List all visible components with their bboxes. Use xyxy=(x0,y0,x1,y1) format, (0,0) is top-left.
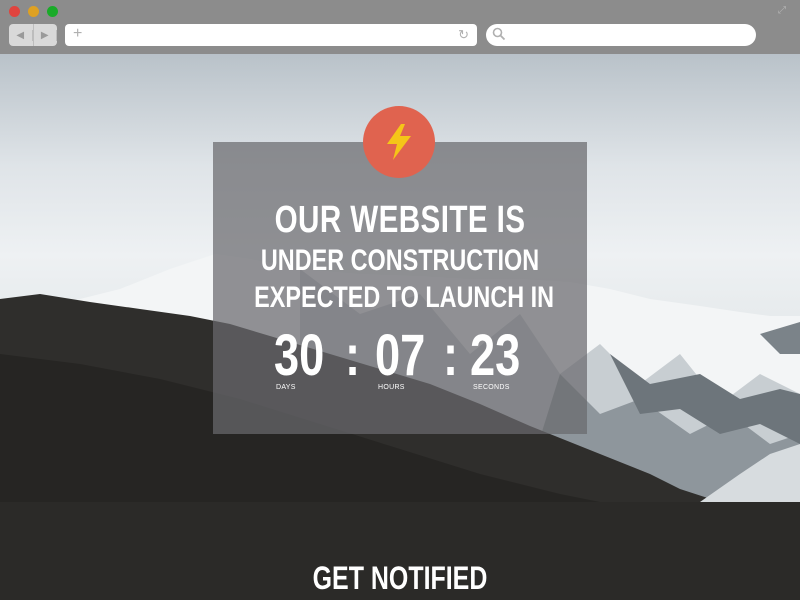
get-notified-heading: GET NOTIFIED xyxy=(312,560,488,596)
history-nav: ◀ ▶ xyxy=(9,24,57,46)
minimize-window-button[interactable] xyxy=(28,6,39,17)
headline-line-2: UNDER CONSTRUCTION xyxy=(260,244,540,277)
search-icon xyxy=(492,27,506,41)
browser-toolbar: ⤢ ◀ ▶ + ↻ xyxy=(0,0,800,54)
close-window-button[interactable] xyxy=(9,6,20,17)
maximize-window-button[interactable] xyxy=(47,6,58,17)
logo-badge xyxy=(363,106,435,178)
countdown-separator: : xyxy=(345,323,361,388)
search-input[interactable] xyxy=(486,24,756,46)
countdown-seconds-label: SECONDS xyxy=(473,384,510,391)
address-bar[interactable]: + ↻ xyxy=(65,24,477,46)
lightning-bolt-icon xyxy=(387,124,411,160)
headline-line-1: OUR WEBSITE IS xyxy=(274,199,526,241)
countdown-seconds: 23 xyxy=(470,323,521,388)
arrow-left-icon: ◀ xyxy=(9,29,33,41)
forward-button[interactable]: ▶ xyxy=(34,24,57,46)
fullscreen-icon[interactable]: ⤢ xyxy=(778,6,788,16)
countdown-hours: 07 xyxy=(375,323,426,388)
countdown-days: 30 xyxy=(274,323,325,388)
new-tab-icon[interactable]: + xyxy=(73,26,82,42)
countdown-hours-label: HOURS xyxy=(378,384,405,391)
countdown-days-label: DAYS xyxy=(276,384,296,391)
reload-icon[interactable]: ↻ xyxy=(458,27,469,42)
countdown-separator: : xyxy=(443,323,459,388)
arrow-right-icon: ▶ xyxy=(34,29,57,41)
back-button[interactable]: ◀ xyxy=(9,24,34,46)
headline-line-3: EXPECTED TO LAUNCH IN xyxy=(254,281,555,314)
